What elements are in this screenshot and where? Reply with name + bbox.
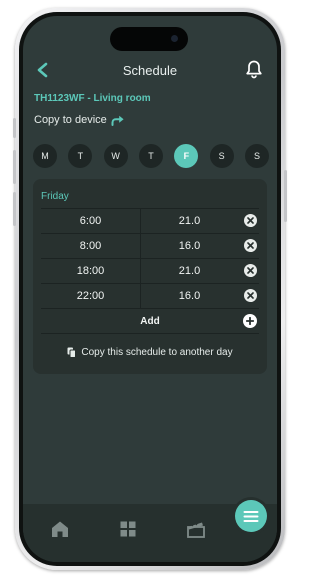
day-selector: M T W T F S S [33,144,269,168]
screen: Schedule TH1123WF - Living room Copy to … [23,16,277,562]
side-button-left-1 [13,118,16,138]
schedule-row: 8:00 16.0 [41,233,259,258]
camera-icon [171,35,178,42]
delete-icon[interactable] [244,214,257,227]
copy-to-device-label: Copy to device [34,114,107,126]
tab-bar [23,500,277,562]
schedule-time[interactable]: 6:00 [41,215,140,227]
grid-icon[interactable] [117,518,139,540]
schedule-temperature[interactable]: 16.0 [140,290,239,302]
device-name: TH1123WF - Living room [34,93,151,104]
side-button-left-2 [13,150,16,184]
schedule-table: 6:00 21.0 8:00 16.0 18:00 21.0 22:00 16.… [41,208,259,334]
header: Schedule [23,56,277,84]
day-button-wednesday[interactable]: W [103,144,128,168]
dynamic-island [110,27,188,51]
delete-icon[interactable] [244,289,257,302]
add-entry-label: Add [140,315,160,327]
schedule-temperature[interactable]: 16.0 [140,240,239,252]
clapperboard-icon[interactable] [185,518,207,540]
schedule-time[interactable]: 18:00 [41,265,140,277]
delete-icon[interactable] [244,239,257,252]
schedule-card: Friday 6:00 21.0 8:00 16.0 18:00 21.0 22… [33,179,267,374]
copy-icon [67,347,77,358]
day-button-thursday[interactable]: T [138,144,163,168]
schedule-time[interactable]: 22:00 [41,290,140,302]
home-icon[interactable] [49,518,71,540]
schedule-row: 18:00 21.0 [41,258,259,283]
schedule-time[interactable]: 8:00 [41,240,140,252]
menu-icon [243,510,259,522]
delete-icon[interactable] [244,264,257,277]
day-button-sunday[interactable]: S [244,144,269,168]
copy-to-device-link[interactable]: Copy to device [34,114,124,126]
schedule-day-title: Friday [41,191,69,202]
schedule-row: 6:00 21.0 [41,208,259,233]
copy-schedule-link[interactable]: Copy this schedule to another day [33,347,267,358]
copy-schedule-label: Copy this schedule to another day [81,347,233,358]
schedule-temperature[interactable]: 21.0 [140,215,239,227]
schedule-temperature[interactable]: 21.0 [140,265,239,277]
side-button-right [284,170,287,222]
day-button-saturday[interactable]: S [209,144,234,168]
page-title: Schedule [122,63,178,78]
share-arrow-icon [111,115,124,126]
side-button-left-3 [13,192,16,226]
day-button-friday[interactable]: F [174,144,199,168]
bell-icon[interactable] [245,59,263,79]
day-button-tuesday[interactable]: T [68,144,93,168]
menu-button[interactable] [235,500,267,532]
day-button-monday[interactable]: M [33,144,57,168]
add-entry-button[interactable]: Add [41,308,259,334]
plus-icon[interactable] [243,314,257,328]
schedule-row: 22:00 16.0 [41,283,259,308]
